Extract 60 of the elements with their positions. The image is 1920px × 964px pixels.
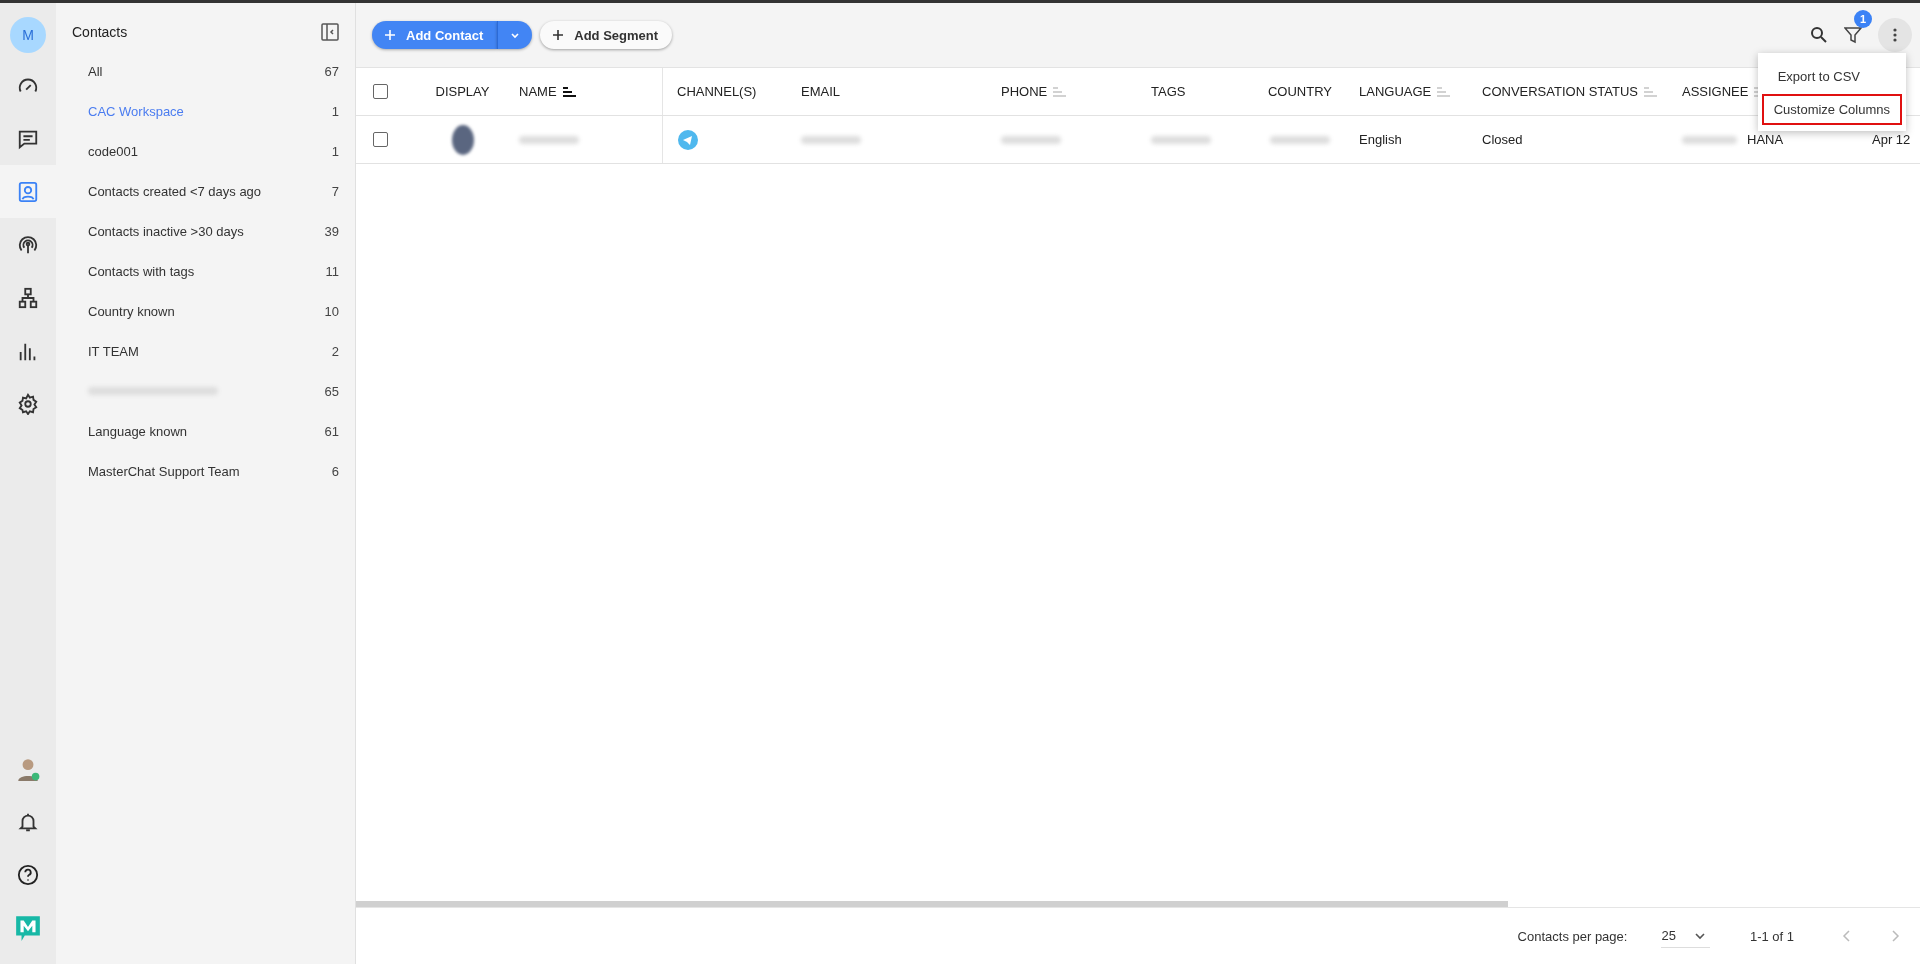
collapse-panel-icon[interactable] [321, 23, 339, 41]
hierarchy-icon[interactable] [17, 286, 39, 309]
row-checkbox[interactable] [373, 132, 388, 147]
column-header[interactable]: COUNTRY [1267, 84, 1332, 99]
table-cell: English [1359, 132, 1402, 147]
help-icon[interactable] [17, 863, 39, 886]
add-segment-button[interactable]: Add Segment [540, 21, 673, 49]
settings-icon[interactable] [17, 392, 39, 415]
segment-item[interactable]: Country known 10 [72, 291, 339, 331]
segment-item[interactable]: Language known 61 [72, 411, 339, 451]
sort-icon[interactable] [562, 86, 576, 97]
redacted-text [1682, 135, 1737, 144]
segment-item[interactable]: MasterChat Support Team 6 [72, 451, 339, 491]
photo-placeholder [451, 124, 474, 155]
per-page-label: Contacts per page: [1517, 928, 1628, 944]
column-header[interactable]: EMAIL [801, 84, 840, 99]
redacted-text [1001, 135, 1061, 144]
menu-item[interactable]: Export to CSV [1761, 59, 1902, 94]
scrollbar-thumb[interactable] [356, 901, 1508, 907]
filter-icon[interactable] [1844, 26, 1862, 44]
caret-icon [510, 30, 521, 40]
column-header[interactable]: DISPLAY [435, 84, 490, 99]
table-cell: HANA [1747, 132, 1784, 147]
column-header[interactable]: PHONE [1001, 84, 1048, 99]
segment-item[interactable]: All 67 [72, 51, 339, 91]
segment-item[interactable]: 65 [72, 371, 339, 411]
chevron-down-icon [1693, 931, 1706, 940]
page-range: 1-1 of 1 [1749, 928, 1794, 944]
dropdown-button[interactable] [497, 21, 533, 49]
segment-item[interactable]: Contacts inactive >30 days 39 [72, 211, 339, 251]
add-contact-button[interactable]: Add Contact [372, 21, 498, 49]
redacted-text [1151, 135, 1211, 144]
column-header[interactable]: LANGUAGE [1359, 84, 1432, 99]
search-icon[interactable] [1810, 26, 1828, 44]
sidebar-title: Contacts [72, 24, 128, 40]
filter-count-badge: 1 [1854, 10, 1872, 28]
segment-item[interactable]: Contacts with tags 11 [72, 251, 339, 291]
table-cell: Apr 12 [1872, 132, 1911, 147]
plus-icon [384, 29, 396, 41]
kebab-menu-icon [1893, 28, 1897, 42]
table-cell: Closed [1482, 132, 1523, 147]
contacts-icon[interactable] [17, 180, 39, 203]
redacted-text [519, 135, 579, 144]
segment-item[interactable]: Contacts created <7 days ago 7 [72, 171, 339, 211]
menu-item[interactable]: Customize Columns [1761, 94, 1902, 125]
per-page-select[interactable]: 25 [1661, 924, 1710, 948]
select-all-checkbox[interactable] [373, 84, 388, 99]
plus-icon [552, 29, 565, 41]
segment-item[interactable]: CAC Workspace 1 [72, 91, 339, 131]
redacted-text [801, 135, 861, 144]
column-header[interactable]: CHANNEL(S) [677, 84, 757, 99]
redacted-text [1270, 135, 1330, 144]
column-header[interactable]: CONVERSATION STATUS [1482, 84, 1638, 99]
column-header[interactable]: TAGS [1151, 84, 1186, 99]
broadcast-icon[interactable] [17, 233, 39, 256]
segment-item[interactable]: code001 1 [72, 131, 339, 171]
column-header[interactable]: NAME [519, 84, 557, 99]
column-header[interactable]: ASSIGNEE [1682, 84, 1749, 99]
segment-item[interactable]: IT TEAM 2 [72, 331, 339, 371]
channel-icon [677, 128, 699, 151]
